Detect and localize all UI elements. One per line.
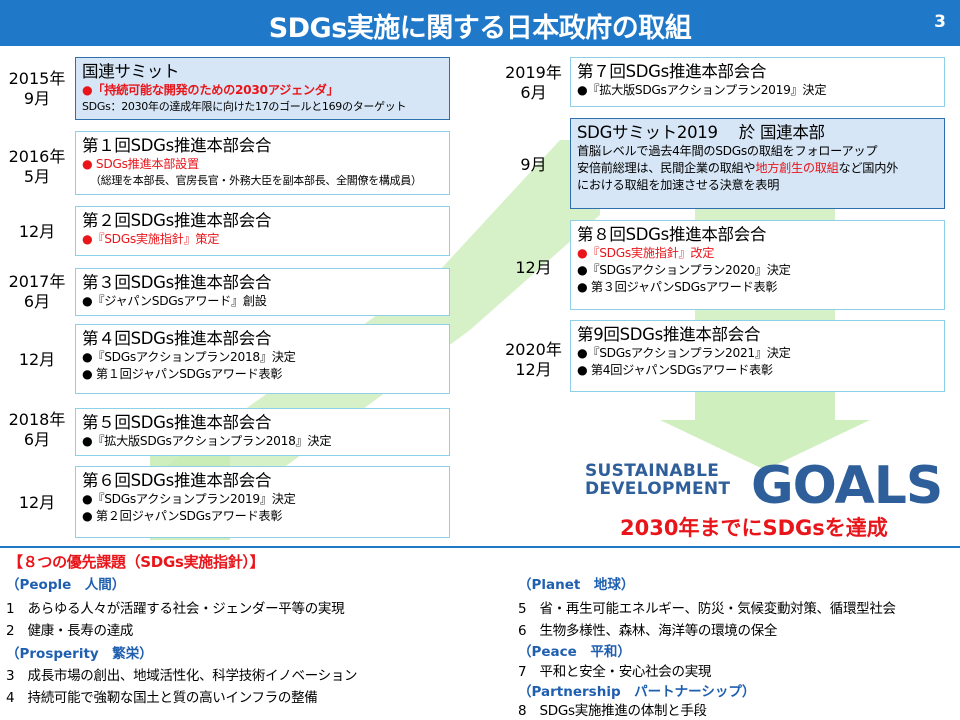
event-card-sdg-summit: SDGサミット2019 於 国連本部 首脳レベルで過去4年間のSDGsの取組をフ… (570, 118, 945, 209)
date-year: 2019年 (505, 63, 562, 82)
timeline-date: 2016年 5月 (2, 147, 72, 187)
event-line: ● 第１回ジャパンSDGsアワード表彰 (82, 367, 283, 381)
date-month: 12月 (515, 258, 552, 277)
date-month: 9月 (520, 155, 547, 174)
date-year: 2016年 (8, 147, 66, 166)
priority-item: 7 平和と安全・安心社会の実現 (518, 664, 712, 680)
date-month: 12月 (18, 350, 56, 369)
category-partnership: （Partnership パートナーシップ） (518, 684, 756, 700)
priority-item: 2 健康・長寿の達成 (6, 623, 134, 639)
event-card-meeting-8: 第８回SDGs推進本部会合 ●『SDGs実施指針』改定 ●『SDGsアクションプ… (570, 220, 945, 310)
date-year: 2020年 (505, 340, 562, 359)
sdgs-logo: SUSTAINABLE DEVELOPMENT GOALS (585, 456, 943, 516)
date-month: 12月 (515, 360, 552, 379)
event-card-meeting-5: 第５回SDGs推進本部会合 ●『拡大版SDGsアクションプラン2018』決定 (75, 408, 450, 456)
event-line: ●『SDGs実施指針』策定 (82, 232, 220, 246)
event-card-meeting-1: 第１回SDGs推進本部会合 ● SDGs推進本部設置 （総理を本部長、官房長官・… (75, 131, 450, 195)
date-month: 6月 (23, 292, 51, 311)
priority-item: 4 持続可能で強靭な国土と質の高いインフラの整備 (6, 690, 318, 706)
priority-item: 1 あらゆる人々が活躍する社会・ジェンダー平等の実現 (6, 601, 345, 617)
event-line: ● SDGs推進本部設置 (82, 157, 199, 171)
timeline-date: 2015年 9月 (2, 69, 72, 109)
event-card-meeting-9: 第9回SDGs推進本部会合 ●『SDGsアクションプラン2021』決定 ● 第4… (570, 320, 945, 392)
event-title: 第７回SDGs推進本部会合 (577, 62, 767, 81)
logo-goals-word: GOALS (751, 456, 943, 516)
category-people: （People 人間） (6, 577, 126, 593)
event-line: ●『SDGsアクションプラン2018』決定 (82, 350, 296, 364)
date-year: 2018年 (8, 410, 66, 429)
category-prosperity: （Prosperity 繁栄） (6, 646, 153, 662)
event-line: ●『拡大版SDGsアクションプラン2018』決定 (82, 434, 332, 448)
priorities-heading: 【８つの優先課題（SDGs実施指針）】 (8, 553, 265, 571)
date-month: 12月 (18, 222, 56, 241)
page-title: SDGs実施に関する日本政府の取組 (268, 13, 692, 44)
event-line: （総理を本部長、官房長官・外務大臣を副本部長、全閣僚を構成員） (90, 174, 422, 187)
priority-item: 6 生物多様性、森林、海洋等の環境の保全 (518, 623, 778, 639)
date-month: 6月 (23, 430, 51, 449)
event-line: ●『SDGs実施指針』改定 (577, 246, 715, 260)
timeline-date: 2019年 6月 (496, 63, 571, 103)
event-line: ●「持続可能な開発のための2030アジェンダ」 (82, 83, 339, 97)
event-card-meeting-6: 第６回SDGs推進本部会合 ●『SDGsアクションプラン2019』決定 ● 第２… (75, 466, 450, 538)
timeline-date: 12月 (2, 350, 72, 370)
event-line: ●『ジャパンSDGsアワード』創設 (82, 294, 267, 308)
event-line: における取組を加速させる決意を表明 (577, 178, 780, 192)
timeline-date: 12月 (496, 258, 571, 278)
timeline-date: 2018年 6月 (2, 410, 72, 450)
priority-item: 8 SDGs実施推進の体制と手段 (518, 703, 707, 719)
event-line-part: 安倍前総理は、民間企業の取組や (577, 161, 756, 175)
timeline-date: 2017年 6月 (2, 272, 72, 312)
event-card-un-summit: 国連サミット ●「持続可能な開発のための2030アジェンダ」 SDGs：2030… (75, 57, 450, 120)
title-bar: SDGs実施に関する日本政府の取組 3 (0, 0, 960, 46)
goal-caption: 2030年までにSDGsを達成 (620, 516, 888, 540)
event-line: ●『SDGsアクションプラン2019』決定 (82, 492, 296, 506)
date-year: 2017年 (8, 272, 66, 291)
timeline-date: 9月 (496, 155, 571, 175)
event-line: ● 第３回ジャパンSDGsアワード表彰 (577, 280, 778, 294)
priority-item: 3 成長市場の創出、地域活性化、科学技術イノベーション (6, 668, 358, 684)
event-line: SDGs：2030年の達成年限に向けた17のゴールと169のターゲット (82, 100, 407, 113)
event-card-meeting-2: 第２回SDGs推進本部会合 ●『SDGs実施指針』策定 (75, 206, 450, 256)
event-title: 第9回SDGs推進本部会合 (577, 325, 761, 344)
date-month: 9月 (23, 89, 51, 108)
timeline-date: 2020年 12月 (496, 340, 571, 380)
priority-item: 5 省・再生可能エネルギー、防災・気候変動対策、循環型社会 (518, 601, 896, 617)
event-line: ● 第4回ジャパンSDGsアワード表彰 (577, 363, 773, 377)
event-line: 安倍前総理は、民間企業の取組や地方創生の取組など国内外 (577, 160, 944, 177)
event-card-meeting-4: 第４回SDGs推進本部会合 ●『SDGsアクションプラン2018』決定 ● 第１… (75, 324, 450, 394)
date-month: 6月 (520, 83, 547, 102)
event-line-highlight: 地方創生の取組 (755, 161, 839, 175)
event-card-meeting-3: 第３回SDGs推進本部会合 ●『ジャパンSDGsアワード』創設 (75, 268, 450, 316)
category-peace: （Peace 平和） (518, 644, 631, 660)
event-title: 第２回SDGs推進本部会合 (82, 211, 272, 230)
event-title: SDGサミット2019 於 国連本部 (577, 123, 825, 142)
event-line: ● 第２回ジャパンSDGsアワード表彰 (82, 509, 283, 523)
event-line: ●『拡大版SDGsアクションプラン2019』決定 (577, 83, 827, 97)
event-title: 第３回SDGs推進本部会合 (82, 273, 272, 292)
event-title: 第１回SDGs推進本部会合 (82, 136, 272, 155)
timeline-date: 12月 (2, 493, 72, 513)
event-line: ●『SDGsアクションプラン2021』決定 (577, 346, 791, 360)
date-year: 2015年 (8, 69, 66, 88)
date-month: 12月 (18, 493, 56, 512)
event-line: 首脳レベルで過去4年間のSDGsの取組をフォローアップ (577, 144, 878, 158)
category-planet: （Planet 地球） (518, 577, 635, 593)
event-line: ●『SDGsアクションプラン2020』決定 (577, 263, 791, 277)
event-card-meeting-7: 第７回SDGs推進本部会合 ●『拡大版SDGsアクションプラン2019』決定 (570, 57, 945, 107)
event-title: 第５回SDGs推進本部会合 (82, 413, 272, 432)
event-title: 第６回SDGs推進本部会合 (82, 471, 272, 490)
timeline-date: 12月 (2, 222, 72, 242)
event-title: 第８回SDGs推進本部会合 (577, 225, 767, 244)
event-line-part: など国内外 (838, 161, 899, 175)
section-divider (0, 546, 960, 548)
event-title: 国連サミット (82, 62, 180, 81)
page-number: 3 (934, 12, 946, 32)
event-title: 第４回SDGs推進本部会合 (82, 329, 272, 348)
date-month: 5月 (23, 167, 51, 186)
